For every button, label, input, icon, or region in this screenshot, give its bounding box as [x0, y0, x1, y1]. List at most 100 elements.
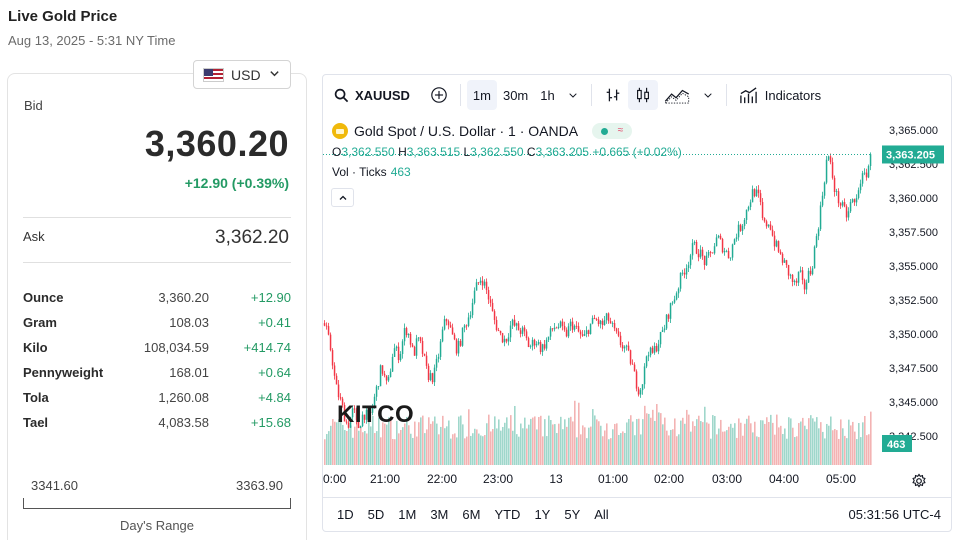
volume-bar	[708, 423, 710, 465]
volume-bar	[404, 423, 406, 465]
range-3m[interactable]: 3M	[423, 507, 455, 522]
candle-body	[511, 319, 514, 326]
x-tick-label: 0:00	[323, 472, 347, 486]
volume-bar	[814, 421, 816, 465]
range-ytd[interactable]: YTD	[487, 507, 527, 522]
chart-clock[interactable]: 05:31:56 UTC-4	[849, 507, 942, 522]
volume-bar	[644, 405, 646, 465]
unit-row-tola: Tola 1,260.08 +4.84	[23, 390, 291, 415]
volume-bar	[478, 433, 480, 465]
candle-body	[807, 270, 810, 283]
volume-bar	[622, 431, 624, 465]
range-1m[interactable]: 1M	[391, 507, 423, 522]
candle-body	[699, 249, 702, 258]
interval-1m[interactable]: 1m	[466, 80, 497, 110]
range-selector: 1D 5D 1M 3M 6M YTD 1Y 5Y All 05:31:56 UT…	[323, 497, 951, 531]
candle-body	[527, 338, 530, 347]
chevron-down-icon[interactable]	[696, 80, 720, 110]
indicators-button[interactable]: Indicators	[733, 80, 827, 110]
range-6m[interactable]: 6M	[455, 507, 487, 522]
volume-bar	[842, 428, 844, 465]
candle-body	[385, 375, 388, 381]
range-1y[interactable]: 1Y	[527, 507, 557, 522]
candle-body	[523, 327, 526, 332]
candle-body	[843, 202, 846, 207]
candle-body	[553, 327, 556, 330]
candle-body	[845, 206, 848, 218]
x-tick-label: 02:00	[654, 472, 684, 486]
candle-body	[425, 355, 428, 366]
volume-bar	[802, 417, 804, 465]
interval-30m[interactable]: 30m	[497, 80, 534, 110]
volume-bar	[444, 428, 446, 465]
price-chart[interactable]: KITCO3,365.0003,362.5003,360.0003,357.50…	[323, 115, 951, 497]
candle-body	[505, 338, 508, 342]
candle-body	[721, 239, 724, 253]
volume-bar	[846, 438, 848, 465]
collapse-legend-button[interactable]	[331, 188, 354, 207]
volume-bar	[446, 426, 448, 465]
candle-body	[859, 183, 862, 191]
volume-bar	[586, 438, 588, 465]
candle-body	[683, 272, 686, 275]
candle-body	[735, 237, 738, 240]
candle-body	[447, 321, 450, 326]
candle-body	[869, 154, 872, 167]
x-tick-label: 04:00	[769, 472, 799, 486]
range-5d[interactable]: 5D	[361, 507, 392, 522]
candle-body	[501, 333, 504, 343]
volume-bar	[448, 420, 450, 465]
candle-body	[539, 342, 542, 352]
volume-bar	[696, 419, 698, 465]
volume-bar	[588, 427, 590, 465]
candle-body	[573, 325, 576, 330]
interval-1h[interactable]: 1h	[534, 80, 560, 110]
candle-body	[575, 325, 578, 327]
volume-bar	[556, 433, 558, 465]
volume-bar	[758, 437, 760, 465]
volume-bar	[618, 434, 620, 465]
candle-body	[731, 244, 734, 258]
candle-body	[607, 313, 610, 322]
volume-bar	[572, 421, 574, 465]
candle-body	[841, 202, 844, 206]
candle-body	[811, 268, 814, 275]
volume-bar	[682, 417, 684, 465]
volume-bar	[594, 415, 596, 465]
volume-bar	[722, 431, 724, 465]
volume-readout: Vol · Ticks 463	[332, 165, 411, 179]
volume-bar	[526, 428, 528, 465]
volume-bar	[836, 430, 838, 465]
volume-bar	[476, 429, 478, 465]
volume-bar	[776, 414, 778, 465]
compare-plus-icon[interactable]	[424, 80, 454, 110]
candle-body	[479, 280, 482, 283]
area-style-icon[interactable]	[658, 80, 696, 110]
candle-body	[441, 329, 444, 342]
candle-body	[767, 224, 770, 227]
market-status-badge: ≈	[592, 123, 633, 139]
currency-select[interactable]: USD	[193, 60, 291, 89]
candles-style-icon[interactable]	[627, 80, 658, 110]
candle-body	[633, 364, 636, 372]
symbol-search[interactable]: XAUUSD	[334, 88, 410, 103]
candle-body	[757, 189, 760, 194]
range-5y[interactable]: 5Y	[557, 507, 587, 522]
candle-body	[849, 201, 852, 212]
volume-bar	[560, 416, 562, 465]
range-1d[interactable]: 1D	[330, 507, 361, 522]
toolbar-divider	[459, 84, 461, 106]
volume-bar	[762, 420, 764, 465]
gear-icon[interactable]	[911, 473, 927, 489]
chevron-down-icon[interactable]	[561, 80, 585, 110]
candle-body	[491, 302, 494, 312]
volume-bar	[798, 423, 800, 465]
bars-style-icon[interactable]	[598, 80, 628, 110]
volume-bar	[764, 423, 766, 465]
unit-change: +0.64	[258, 365, 291, 380]
range-all[interactable]: All	[587, 507, 615, 522]
volume-bar	[582, 425, 584, 465]
toolbar-divider	[725, 84, 727, 106]
volume-bar	[828, 425, 830, 465]
candle-body	[743, 219, 746, 226]
